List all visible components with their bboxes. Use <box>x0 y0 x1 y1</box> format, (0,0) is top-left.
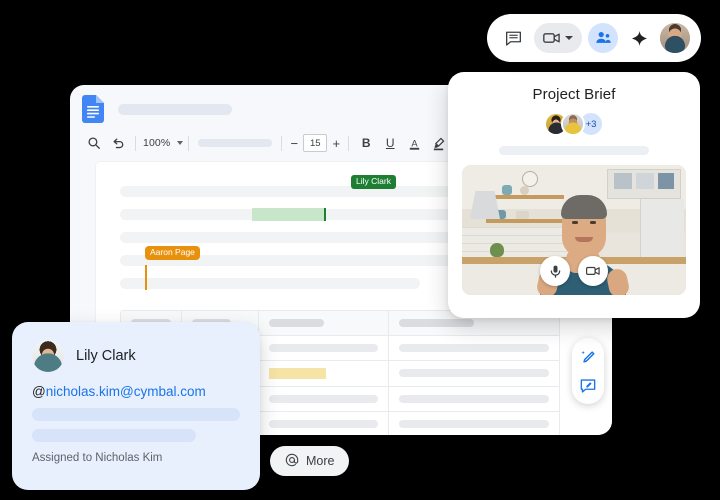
table-cell <box>258 387 387 411</box>
text-color-button[interactable]: A <box>402 131 426 155</box>
comment-author-row: Lily Clark <box>32 340 240 372</box>
comment-assignment-text: Assigned to Nicholas Kim <box>32 452 163 464</box>
decrease-font-size-button[interactable]: − <box>287 136 301 151</box>
table-cell <box>258 336 387 360</box>
mention-email[interactable]: nicholas.kim@cymbal.com <box>46 384 206 399</box>
collaborator-selection-highlight <box>252 208 326 221</box>
avatar[interactable] <box>32 340 64 372</box>
at-sign-icon <box>285 453 299 470</box>
people-icon[interactable] <box>588 23 618 53</box>
comment-text-placeholder <box>32 408 240 421</box>
svg-text:A: A <box>411 138 418 148</box>
comment-card: Lily Clark @nicholas.kim@cymbal.com Assi… <box>12 322 260 490</box>
chevron-down-icon[interactable] <box>177 141 184 145</box>
video-camera-icon[interactable] <box>578 256 608 286</box>
gemini-sparkle-icon[interactable] <box>624 23 654 53</box>
project-brief-title: Project Brief <box>532 86 616 103</box>
meeting-toolbar <box>487 14 701 62</box>
toolbar-divider <box>348 135 350 151</box>
floating-side-toolbar <box>572 338 604 404</box>
avatar[interactable] <box>561 112 585 136</box>
table-cell <box>387 336 559 360</box>
participant-avatars: +3 <box>462 111 686 137</box>
bold-button[interactable]: B <box>354 131 378 155</box>
table-cell-highlighted <box>258 361 387 386</box>
add-comment-icon[interactable] <box>578 376 598 396</box>
brief-subtitle-placeholder <box>499 146 649 155</box>
table-cell <box>387 361 559 386</box>
undo-icon[interactable] <box>106 131 130 155</box>
document-text-line <box>120 265 420 290</box>
comment-mention: @nicholas.kim@cymbal.com <box>32 384 240 399</box>
comment-text-placeholder <box>32 429 197 442</box>
underline-button[interactable]: U <box>378 131 402 155</box>
highlighter-icon[interactable] <box>426 131 450 155</box>
table-cell <box>387 412 559 435</box>
camera-selector-button[interactable] <box>534 23 582 53</box>
more-button-label: More <box>306 454 335 468</box>
collaborator-caret-aaron <box>145 265 147 290</box>
table-cell <box>258 412 387 435</box>
mention-prefix: @ <box>32 384 46 399</box>
table-cell <box>387 387 559 411</box>
video-tile[interactable] <box>462 165 686 295</box>
zoom-level-value[interactable]: 100% <box>141 137 172 149</box>
user-avatar[interactable] <box>660 23 690 53</box>
chat-bubble-icon[interactable] <box>498 23 528 53</box>
collaborator-cursor-label-lily: Lily Clark <box>351 175 396 189</box>
toolbar-divider <box>135 135 136 151</box>
chevron-down-icon[interactable] <box>565 36 573 40</box>
table-header-cell <box>258 311 387 335</box>
toolbar-divider <box>188 135 190 151</box>
search-icon[interactable] <box>82 131 106 155</box>
font-family-selector[interactable] <box>198 139 273 147</box>
video-camera-icon <box>543 33 560 43</box>
comment-author-name: Lily Clark <box>76 348 136 364</box>
increase-font-size-button[interactable]: + <box>329 136 343 151</box>
more-button[interactable]: More <box>270 446 350 476</box>
google-docs-icon <box>82 95 104 123</box>
magic-pen-icon[interactable] <box>578 347 598 367</box>
document-title-placeholder[interactable] <box>118 103 232 115</box>
toolbar-divider <box>281 135 283 151</box>
project-brief-card: Project Brief +3 <box>448 72 700 318</box>
font-size-input[interactable]: 15 <box>303 134 328 152</box>
video-controls <box>540 256 608 286</box>
screenshot-stage: 100% − 15 + B U A Lily Clark Aaron Page … <box>0 0 720 500</box>
collaborator-cursor-label-aaron: Aaron Page <box>145 246 200 260</box>
microphone-icon[interactable] <box>540 256 570 286</box>
